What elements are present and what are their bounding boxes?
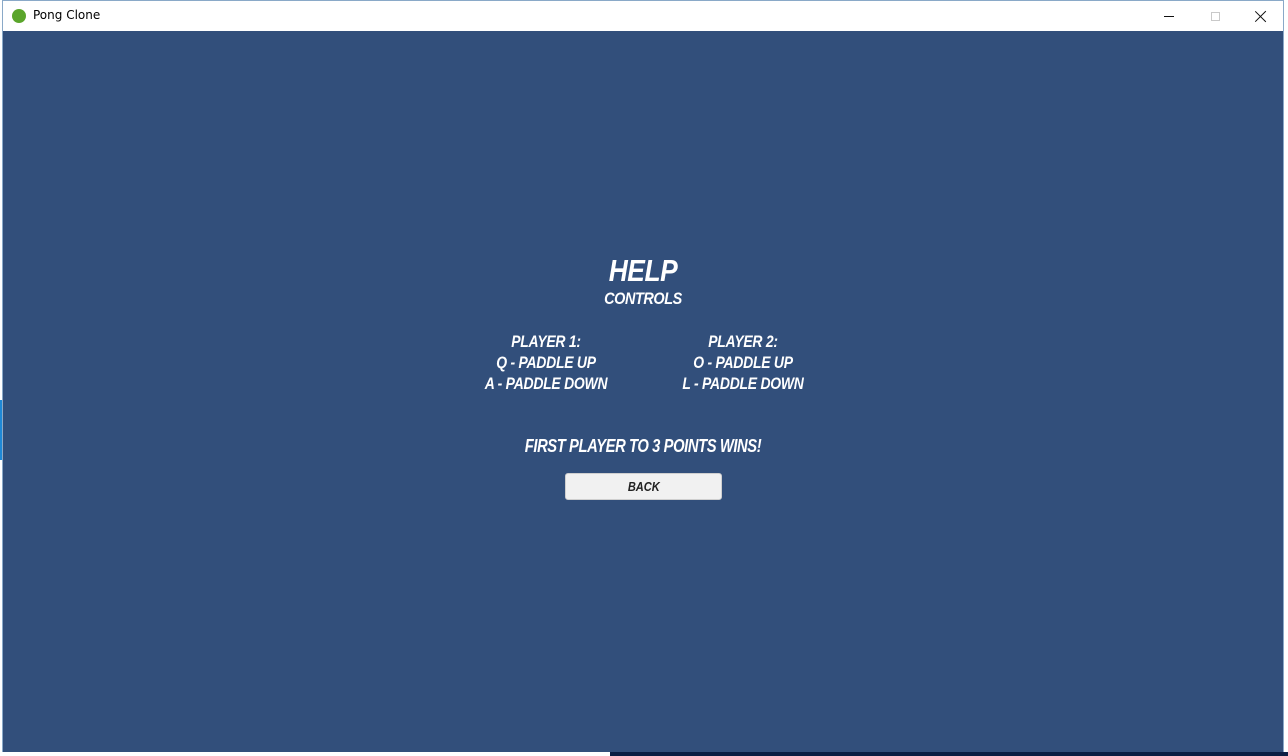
window-title: Pong Clone [33,8,101,22]
player2-heading: PLAYER 2: [708,332,778,351]
player2-up-control: O - PADDLE UP [693,353,793,372]
app-window: Pong Clone HELP CONTROLS PLAYER 1: Q - P… [2,0,1284,752]
close-button[interactable] [1238,1,1284,31]
player1-heading: PLAYER 1: [511,332,581,351]
minimize-icon [1164,15,1174,17]
taskbar-edge [610,752,1288,756]
player2-controls: PLAYER 2: O - PADDLE UP L - PADDLE DOWN [643,331,843,394]
back-button[interactable]: BACK [565,473,722,500]
player1-up-control: Q - PADDLE UP [496,353,596,372]
controls-subtitle: CONTROLS [604,289,682,308]
player2-down-control: L - PADDLE DOWN [682,374,804,393]
minimize-button[interactable] [1146,1,1192,31]
maximize-icon [1210,11,1220,21]
help-title: HELP [608,253,678,288]
player1-down-control: A - PADDLE DOWN [484,374,608,393]
close-icon [1255,10,1267,22]
app-icon [12,9,26,23]
player1-controls: PLAYER 1: Q - PADDLE UP A - PADDLE DOWN [446,331,646,394]
game-canvas: HELP CONTROLS PLAYER 1: Q - PADDLE UP A … [3,31,1283,752]
win-condition-message: FIRST PLAYER TO 3 POINTS WINS! [524,436,762,456]
title-bar[interactable]: Pong Clone [3,1,1283,31]
maximize-button[interactable] [1192,1,1238,31]
back-button-label: BACK [627,479,660,494]
